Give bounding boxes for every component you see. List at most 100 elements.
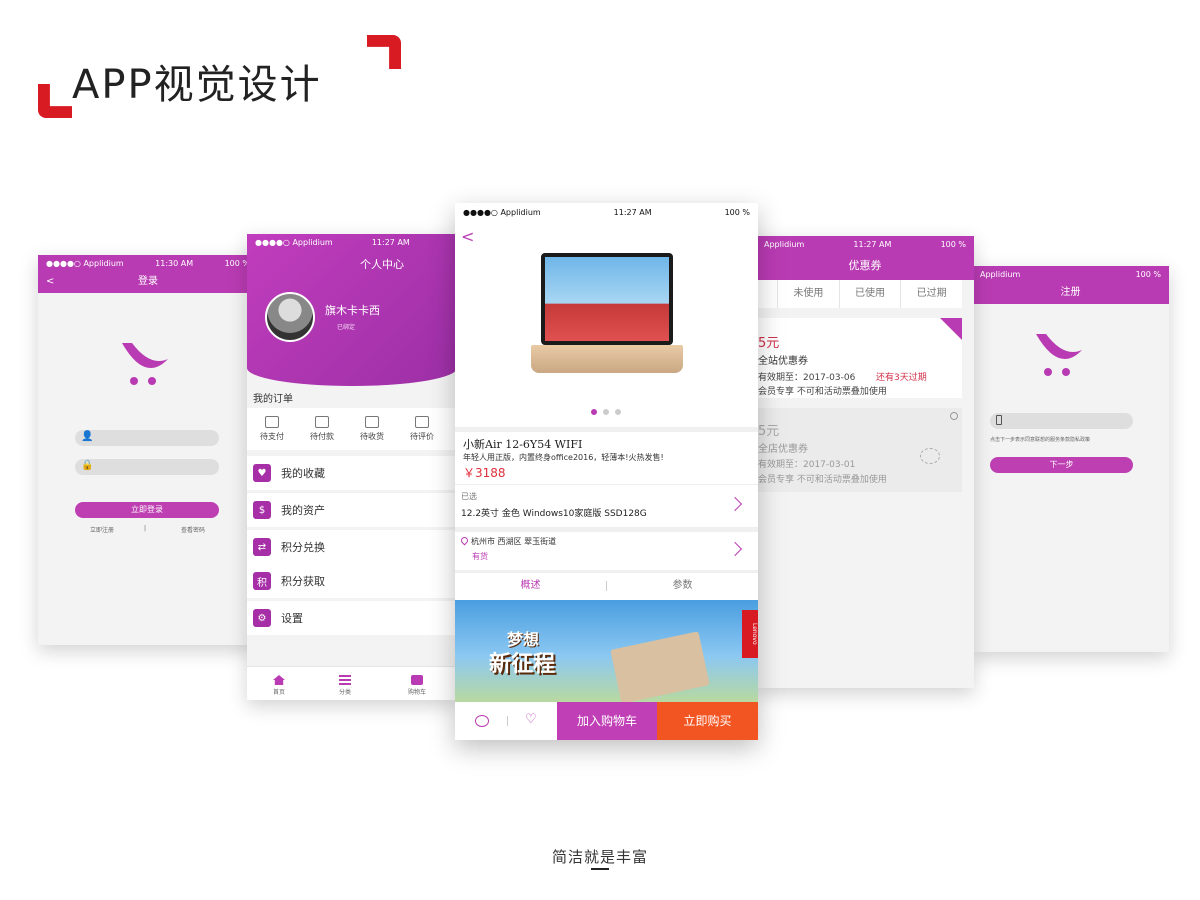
coupon-expire-warn: 还有3天过期 [876,373,927,383]
register-link[interactable]: 立即注册 [90,525,114,534]
link-divider: | [144,525,147,532]
tab-used[interactable]: 已使用 [840,280,902,308]
coupon-corner-badge [940,318,962,340]
coupon-title: 优惠券 [848,259,882,272]
menu-points-exchange[interactable]: ⇄ 积分兑换 [247,530,457,564]
menu-favorites[interactable]: ♥ 我的收藏 [247,456,457,490]
profile-screen: ●●●●○ Applidium 11:27 AM 个人中心 旗木卡卡西 已绑定 … [247,234,457,700]
slogan-underline [591,868,609,870]
location-text: 杭州市 西湖区 翠玉街道 [471,537,557,546]
carrier-label: Applidium [980,269,1021,279]
coupon-valid: 有效期至：2017-03-06 [758,373,856,383]
menu-label: 我的资产 [281,504,325,517]
time-label: 11:27 AM [613,207,652,217]
terms-hint[interactable]: 点击下一步表示同意联想的服务条款隐私政策 [990,436,1090,443]
spec-selector[interactable]: 已选 12.2英寸 金色 Windows10家庭版 SSD128G [455,487,758,525]
location-pin-icon [459,535,470,546]
tab-expired[interactable]: 已过期 [901,280,962,308]
menu-settings[interactable]: ⚙ 设置 [247,601,457,635]
chat-icon[interactable] [475,715,489,727]
tab-all[interactable] [756,280,778,308]
product-promo: 年轻人用正版，内置终身office2016，轻薄本!火热发售! [463,453,664,462]
carousel-dots[interactable] [591,409,621,415]
tab-home[interactable]: 首页 [259,675,299,696]
logo-corner-bottom-left [38,84,72,118]
order-pending-review[interactable]: 待评价 [397,416,447,442]
battery-label: 100 % [940,239,966,249]
tab-label: 购物车 [407,689,426,696]
login-button[interactable]: 立即登录 [75,502,219,518]
login-title: 登录 [138,276,158,287]
username-field[interactable]: 👤 [75,430,219,446]
carrier-label: ●●●●○ Applidium [255,237,333,247]
menu-assets[interactable]: $ 我的资产 [247,493,457,527]
coupon-amount: 5元 [758,424,780,439]
tab-cart[interactable]: 购物车 [397,675,437,696]
coupon-note: 会员专享 不可和活动票叠加使用 [758,387,887,397]
product-screen: ●●●●○ Applidium 11:27 AM 100 % < 小新Air 1… [455,203,758,740]
add-to-cart-button[interactable]: 加入购物车 [557,702,657,740]
slogan: 简洁就是丰富 [551,848,648,866]
bound-status: 已绑定 [337,324,356,331]
tab-label: 首页 [272,689,285,696]
forgot-password-link[interactable]: 查看密码 [181,525,205,534]
tab-bar: 首页 分类 购物车 [247,666,457,700]
dot [615,409,621,415]
next-button[interactable]: 下一步 [990,457,1133,473]
selected-spec: 12.2英寸 金色 Windows10家庭版 SSD128G [461,509,647,519]
coupon-card[interactable]: 5元 全店优惠券 有效期至：2017-03-01 会员专享 不可和活动票叠加使用 [756,408,962,492]
tab-overview[interactable]: 概述 [455,573,606,599]
order-label: 待付款 [310,432,334,441]
laptop-screen [541,253,673,345]
orders-header: 我的订单 [253,394,293,405]
detail-tabs: 概述 参数 [455,573,758,599]
order-pending-receive[interactable]: 待收货 [347,416,397,442]
coupon-note: 会员专享 不可和活动票叠加使用 [758,475,887,485]
bottom-action-bar: ♡ 加入购物车 立即购买 [455,702,758,740]
order-pending-payment[interactable]: 待支付 [247,416,297,442]
product-price: ￥3188 [463,466,506,480]
back-icon[interactable]: < [461,227,474,246]
order-label: 待支付 [260,432,284,441]
tab-unused[interactable]: 未使用 [778,280,840,308]
points-icon: 积 [253,572,271,590]
canvas: APP视觉设计 ●●●●○ Applidium 11:30 AM 100 % <… [0,0,1200,900]
status-bar: ●●●●○ Applidium 11:27 AM [247,234,457,250]
coupon-screen: Applidium 11:27 AM 100 % 优惠券 未使用 已使用 已过期… [756,236,974,688]
carrier-label: Applidium [764,239,805,249]
lock-icon: 🔒 [81,460,94,471]
promo-banner[interactable]: 梦想 新征程 Lenovo [455,600,758,702]
phone-field[interactable] [990,413,1133,429]
gear-icon: ⚙ [253,609,271,627]
location-selector[interactable]: 杭州市 西湖区 翠玉街道 有货 [455,532,758,568]
cart-icon [411,675,423,685]
banner-laptop [610,631,710,702]
dot [603,409,609,415]
page-title: APP视觉设计 [72,62,322,108]
order-pending-pay[interactable]: 待付款 [297,416,347,442]
cart-logo-icon [1036,334,1082,376]
heart-icon[interactable]: ♡ [525,712,537,727]
back-icon[interactable]: < [46,271,54,293]
menu-points-earn[interactable]: 积积分获取 [247,564,457,598]
section-divider [455,484,758,485]
tab-label: 分类 [338,689,351,696]
tab-params[interactable]: 参数 [607,573,758,599]
phone-icon [996,415,1002,425]
avatar[interactable] [265,292,315,342]
menu-label: 设置 [281,612,303,625]
selected-label: 已选 [461,492,477,501]
status-bar: ●●●●○ Applidium 11:30 AM 100 % [38,255,258,271]
coupon-card[interactable]: 5元 全站优惠券 有效期至：2017-03-06 还有3天过期 会员专享 不可和… [756,318,962,398]
login-screen: ●●●●○ Applidium 11:30 AM 100 % < 登录 👤 🔒 … [38,255,258,645]
laptop-base [531,345,683,373]
carrier-label: ●●●●○ Applidium [46,258,124,268]
info-icon [950,412,958,420]
profile-navbar: 个人中心 [247,256,457,276]
coupon-navbar: 优惠券 [756,252,974,280]
buy-now-button[interactable]: 立即购买 [657,702,758,740]
product-image[interactable] [531,251,683,381]
menu-label: 积分兑换 [281,541,325,554]
tab-category[interactable]: 分类 [325,675,365,696]
password-field[interactable]: 🔒 [75,459,219,475]
